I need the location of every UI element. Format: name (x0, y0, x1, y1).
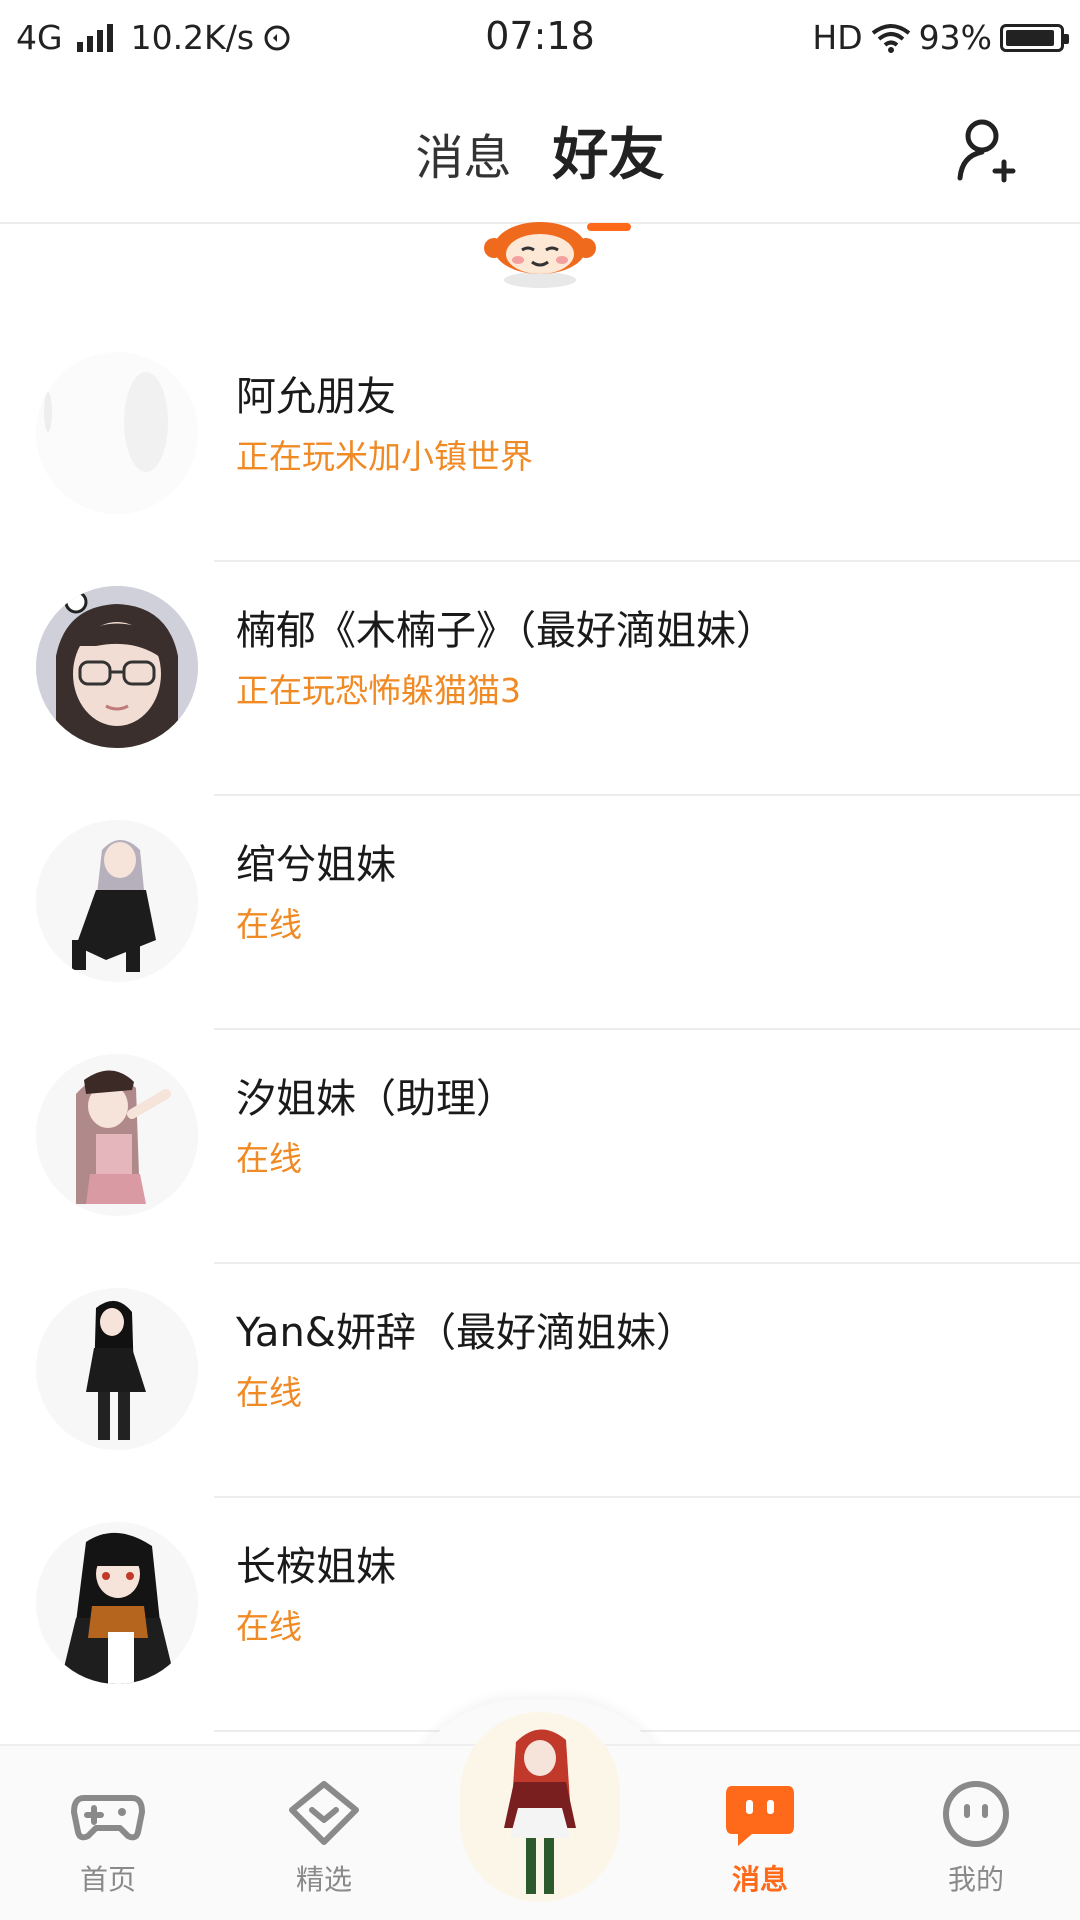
friend-name: 汐姐妹（助理） (236, 1076, 516, 1122)
anime-avatar-image (36, 820, 198, 982)
nav-featured[interactable]: 精选 (244, 1776, 404, 1898)
friends-screen: 4G 10.2K/s 07:18 HD 93% 消息 好友 阿允朋友 正在玩米加… (0, 0, 1080, 1920)
status-bar: 4G 10.2K/s 07:18 HD 93% (0, 0, 1080, 78)
add-user-icon[interactable] (954, 114, 1026, 186)
friend-row[interactable]: 阿允朋友 正在玩米加小镇世界 (0, 328, 1080, 562)
friend-status: 在线 (236, 905, 302, 944)
friend-status: 在线 (236, 1139, 302, 1178)
friend-list: 阿允朋友 正在玩米加小镇世界 楠郁《木楠子》（最好滴姐妹） 正在玩恐怖躲猫猫3 … (0, 328, 1080, 1732)
friend-row[interactable]: 长桉姐妹 在线 (0, 1498, 1080, 1732)
tab-messages[interactable]: 消息 (415, 118, 511, 188)
friend-row[interactable]: 汐姐妹（助理） 在线 (0, 1030, 1080, 1264)
photo-avatar-image (36, 586, 198, 748)
status-right: HD 93% (812, 18, 1069, 57)
friend-row[interactable]: 楠郁《木楠子》（最好滴姐妹） 正在玩恐怖躲猫猫3 (0, 562, 1080, 796)
nav-profile-label: 我的 (947, 1863, 1004, 1896)
battery-icon (1000, 23, 1069, 52)
nav-messages-label: 消息 (731, 1863, 788, 1896)
row-divider (214, 1730, 1080, 1732)
nav-profile[interactable]: 我的 (896, 1776, 1056, 1898)
anime-avatar-image (36, 1288, 198, 1450)
friend-status: 在线 (236, 1373, 302, 1412)
avatar[interactable] (36, 1522, 198, 1684)
avatar[interactable] (36, 1054, 198, 1216)
nav-messages[interactable]: 消息 (680, 1776, 840, 1898)
friend-name: 绾兮姐妹 (236, 842, 396, 888)
center-avatar-button[interactable] (460, 1712, 620, 1902)
friend-name: 长桉姐妹 (236, 1544, 396, 1590)
gamepad-icon (71, 1795, 145, 1841)
smiley-icon (943, 1781, 1009, 1847)
tab-friends-label: 好友 (552, 123, 665, 188)
friend-status: 在线 (236, 1607, 302, 1646)
nav-featured-label: 精选 (295, 1863, 352, 1896)
friend-name: 阿允朋友 (236, 374, 396, 420)
message-icon (726, 1786, 794, 1846)
battery-fill (1006, 29, 1054, 46)
friend-row[interactable]: 绾兮姐妹 在线 (0, 796, 1080, 1030)
tab-friends[interactable]: 好友 (552, 110, 665, 231)
monkey-mascot-icon (484, 222, 596, 288)
friend-name: Yan&妍辞（最好滴姐妹） (236, 1310, 696, 1356)
avatar[interactable] (36, 586, 198, 748)
header: 消息 好友 (0, 78, 1080, 231)
anime-center-avatar-image (504, 1729, 576, 1894)
tab-bar: 消息 好友 (0, 110, 1080, 231)
hd-label: HD (812, 18, 863, 57)
friend-status: 正在玩米加小镇世界 (236, 437, 533, 476)
nav-home[interactable]: 首页 (28, 1776, 188, 1898)
wifi-icon (871, 23, 910, 53)
friend-row[interactable]: Yan&妍辞（最好滴姐妹） 在线 (0, 1264, 1080, 1498)
anime-avatar-image (36, 1054, 198, 1216)
friend-status: 正在玩恐怖躲猫猫3 (236, 671, 521, 710)
nav-home-label: 首页 (79, 1863, 136, 1896)
battery-percent: 93% (918, 18, 992, 57)
avatar[interactable] (36, 352, 198, 514)
avatar[interactable] (36, 1288, 198, 1450)
friend-name: 楠郁《木楠子》（最好滴姐妹） (236, 608, 776, 654)
avatar[interactable] (36, 820, 198, 982)
heart-chat-icon (289, 1781, 359, 1845)
faded-avatar-image (44, 372, 168, 472)
anime-avatar-image (36, 1522, 198, 1684)
